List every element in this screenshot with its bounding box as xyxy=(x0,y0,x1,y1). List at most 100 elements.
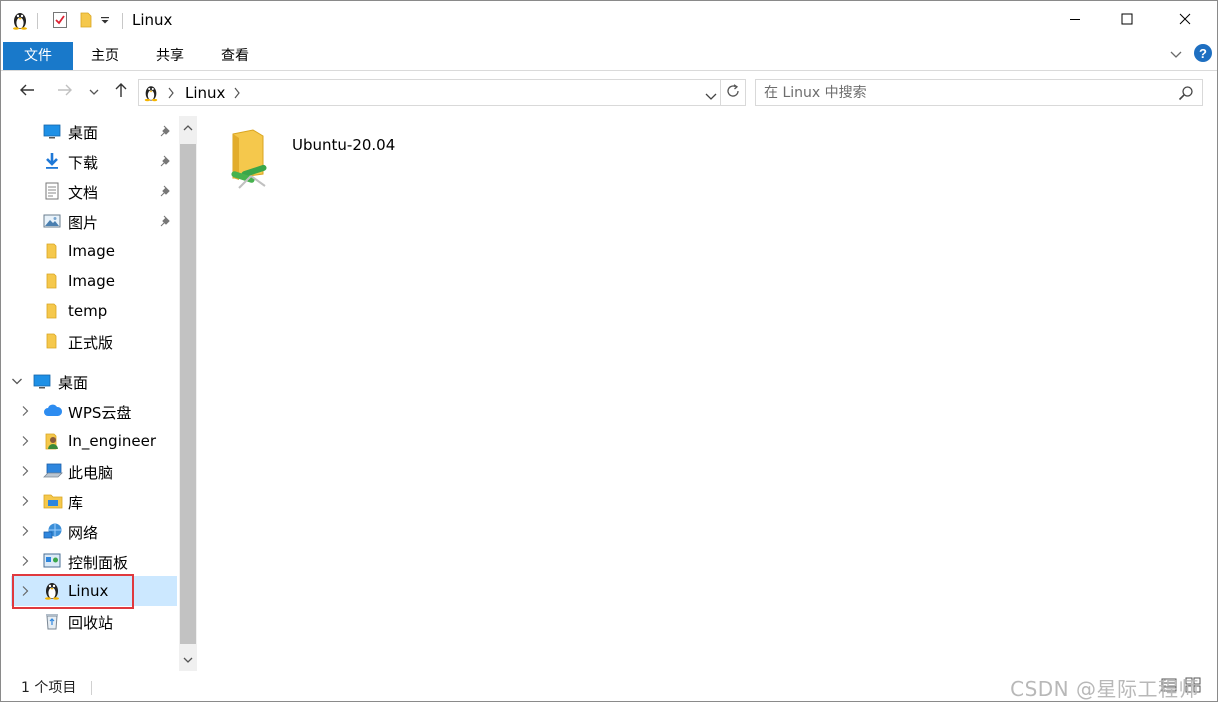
forward-button[interactable] xyxy=(53,80,77,104)
file-item[interactable]: Ubuntu-20.04 xyxy=(221,124,481,192)
folder-icon xyxy=(43,332,61,350)
title-separator xyxy=(37,13,38,29)
search-input[interactable] xyxy=(764,83,1164,102)
address-dropdown-icon[interactable] xyxy=(705,89,717,105)
sidebar-item-label: 文档 xyxy=(68,184,99,202)
up-button[interactable] xyxy=(109,80,133,104)
arrow-left-icon xyxy=(19,83,35,101)
maximize-button[interactable] xyxy=(1101,1,1153,41)
minimize-icon xyxy=(1069,13,1081,29)
new-folder-icon[interactable] xyxy=(75,9,97,31)
sidebar-item-label: 回收站 xyxy=(68,614,114,632)
chevron-right-icon[interactable] xyxy=(19,525,31,537)
status-separator xyxy=(91,681,92,695)
search-box[interactable] xyxy=(755,79,1203,106)
sidebar-item-label: Image xyxy=(68,242,115,260)
sidebar-item-user[interactable]: In_engineer xyxy=(11,426,177,456)
arrow-right-icon xyxy=(57,83,73,101)
tab-home[interactable]: 主页 xyxy=(79,42,131,70)
tab-file[interactable]: 文件 xyxy=(3,42,73,70)
sidebar-item-downloads[interactable]: 下载 xyxy=(11,146,177,176)
sidebar-item-recycle-bin[interactable]: 回收站 xyxy=(11,606,177,636)
pin-icon[interactable] xyxy=(159,154,173,168)
computer-icon xyxy=(43,462,63,480)
explorer-window: Linux 文件 主页 共享 查看 ? Linux 在 Linux 中搜索 桌面… xyxy=(0,0,1218,702)
customize-toolbar-icon[interactable] xyxy=(97,9,113,31)
sidebar-item-image-2[interactable]: Image xyxy=(11,266,177,296)
chevron-down-icon xyxy=(183,652,193,668)
network-folder-icon xyxy=(227,128,275,194)
recent-locations-button[interactable] xyxy=(85,80,103,104)
sidebar-item-label: 下载 xyxy=(68,154,99,172)
chevron-down-icon xyxy=(1170,47,1182,63)
chevron-down-icon[interactable] xyxy=(11,375,23,387)
chevron-right-icon[interactable] xyxy=(19,555,31,567)
sidebar-item-temp[interactable]: temp xyxy=(11,296,177,326)
item-count: 1 个项目 xyxy=(21,680,77,696)
user-icon xyxy=(43,432,61,450)
chevron-down-icon xyxy=(89,84,99,100)
folder-icon xyxy=(43,272,61,290)
scroll-down-button[interactable] xyxy=(179,651,197,669)
breadcrumb-chevron-icon[interactable] xyxy=(167,87,175,103)
chevron-right-icon[interactable] xyxy=(19,435,31,447)
expand-ribbon-button[interactable] xyxy=(1167,45,1185,65)
sidebar-item-label: 正式版 xyxy=(68,334,114,352)
search-icon[interactable] xyxy=(1178,85,1194,105)
sidebar-item-label: 桌面 xyxy=(58,374,89,392)
linux-penguin-icon[interactable] xyxy=(9,9,31,31)
chevron-right-icon[interactable] xyxy=(19,495,31,507)
sidebar-item-image-1[interactable]: Image xyxy=(11,236,177,266)
tab-view[interactable]: 查看 xyxy=(209,42,261,70)
file-name: Ubuntu-20.04 xyxy=(292,136,396,154)
breadcrumb-linux[interactable]: Linux xyxy=(185,84,225,102)
sidebar-item-desktop-pinned[interactable]: 桌面 xyxy=(11,116,177,146)
sidebar-item-release[interactable]: 正式版 xyxy=(11,326,177,356)
desktop-icon xyxy=(43,122,61,140)
sidebar-item-desktop-root[interactable]: 桌面 xyxy=(1,366,177,396)
nav-scrollbar[interactable] xyxy=(179,116,197,671)
back-button[interactable] xyxy=(15,80,39,104)
refresh-button[interactable] xyxy=(721,79,746,106)
watermark-text: CSDN @星际工程师 xyxy=(1010,677,1199,701)
cloud-icon xyxy=(43,402,63,420)
sidebar-item-label: 桌面 xyxy=(68,124,99,142)
sidebar-item-libraries[interactable]: 库 xyxy=(11,486,177,516)
recycle-bin-icon xyxy=(43,612,61,630)
chevron-right-icon[interactable] xyxy=(19,465,31,477)
sidebar-item-wps-cloud[interactable]: WPS云盘 xyxy=(11,396,177,426)
breadcrumb-chevron-icon[interactable] xyxy=(233,87,241,103)
document-icon xyxy=(43,182,61,200)
control-panel-icon xyxy=(43,552,61,570)
sidebar-item-documents[interactable]: 文档 xyxy=(11,176,177,206)
minimize-button[interactable] xyxy=(1049,1,1101,41)
pin-icon[interactable] xyxy=(159,214,173,228)
file-list: Ubuntu-20.04 xyxy=(201,116,1211,671)
ribbon-tabs: 文件 主页 共享 查看 ? xyxy=(1,41,1217,71)
sidebar-item-label: temp xyxy=(68,302,108,320)
arrow-up-icon xyxy=(114,82,128,102)
scroll-up-button[interactable] xyxy=(179,118,197,136)
tab-share[interactable]: 共享 xyxy=(144,42,196,70)
pin-icon[interactable] xyxy=(159,124,173,138)
help-button[interactable]: ? xyxy=(1192,44,1214,66)
sidebar-item-this-pc[interactable]: 此电脑 xyxy=(11,456,177,486)
sidebar-item-network[interactable]: 网络 xyxy=(11,516,177,546)
network-icon xyxy=(43,522,62,540)
title-separator xyxy=(122,13,123,29)
chevron-right-icon[interactable] xyxy=(19,405,31,417)
folder-icon xyxy=(43,242,61,260)
close-icon xyxy=(1179,13,1191,29)
folder-icon xyxy=(43,302,61,320)
close-button[interactable] xyxy=(1159,1,1211,41)
properties-icon[interactable] xyxy=(49,9,71,31)
linux-penguin-icon xyxy=(143,83,159,106)
chevron-up-icon xyxy=(183,119,193,135)
sidebar-item-pictures[interactable]: 图片 xyxy=(11,206,177,236)
scrollbar-thumb[interactable] xyxy=(180,144,196,644)
address-bar[interactable]: Linux xyxy=(138,79,721,106)
sidebar-item-control-panel[interactable]: 控制面板 xyxy=(11,546,177,576)
title-bar: Linux xyxy=(1,1,1217,41)
window-title: Linux xyxy=(132,11,173,29)
pin-icon[interactable] xyxy=(159,184,173,198)
